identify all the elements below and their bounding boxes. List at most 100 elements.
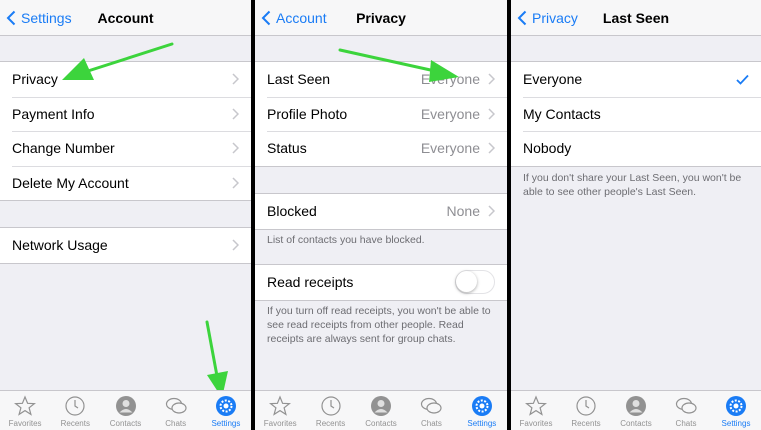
tab-label: Recents (60, 419, 90, 428)
tab-contacts[interactable]: Contacts (611, 391, 661, 430)
chevron-right-icon (488, 108, 495, 120)
tab-chats[interactable]: Chats (151, 391, 201, 430)
navigation-bar: Privacy Last Seen (511, 0, 761, 36)
tab-label: Settings (467, 419, 497, 428)
chevron-right-icon (488, 142, 495, 154)
tab-label: Favorites (519, 419, 553, 428)
chevron-right-icon (488, 73, 495, 85)
toggle-knob (456, 271, 477, 293)
chevron-right-icon (232, 239, 239, 251)
back-button-label: Privacy (532, 10, 578, 26)
tab-label: Chats (420, 419, 442, 428)
chevron-left-icon (261, 10, 271, 26)
payment-info-row[interactable]: Payment Info (0, 96, 251, 132)
tab-recents[interactable]: Recents (305, 391, 355, 430)
tab-label: Settings (721, 419, 751, 428)
read-receipts-toggle[interactable] (455, 270, 495, 295)
green-arrow-icon (205, 320, 228, 398)
tab-label: Favorites (263, 419, 297, 428)
tab-label: Recents (315, 419, 346, 428)
row-label: Change Number (12, 140, 115, 157)
tab-contacts[interactable]: Contacts (356, 391, 406, 430)
tab-chats[interactable]: Chats (661, 391, 711, 430)
option-label: Everyone (523, 71, 583, 88)
back-button[interactable]: Account (261, 0, 327, 36)
back-button[interactable]: Privacy (517, 0, 578, 36)
row-label: Last Seen (267, 71, 331, 88)
chevron-left-icon (6, 10, 16, 26)
option-everyone[interactable]: Everyone (511, 62, 761, 97)
row-label: Payment Info (12, 105, 95, 122)
star-icon (14, 395, 37, 416)
tab-label: Chats (165, 419, 187, 428)
star-icon (269, 395, 292, 416)
clock-icon (321, 396, 341, 416)
back-button-label: Account (276, 10, 327, 26)
tab-label: Contacts (365, 419, 397, 428)
star-icon (525, 395, 547, 416)
navigation-bar: Settings Account (0, 0, 251, 36)
read-receipts-group: Read receipts (255, 264, 507, 301)
chevron-right-icon (232, 142, 239, 154)
tab-bar: Favorites Recents Contacts Chats Setting… (0, 390, 251, 430)
last-seen-screen: Privacy Last Seen Everyone My Contacts N… (511, 0, 761, 430)
row-value: Everyone (420, 105, 480, 122)
privacy-row[interactable]: Privacy (0, 62, 251, 97)
tab-recents[interactable]: Recents (50, 391, 100, 430)
back-button-label: Settings (21, 10, 72, 26)
privacy-visibility-group: Last Seen Everyone Profile Photo Everyon… (255, 61, 507, 167)
option-nobody[interactable]: Nobody (511, 131, 761, 166)
option-label: Nobody (523, 140, 572, 157)
network-usage-row[interactable]: Network Usage (0, 228, 251, 263)
tab-favorites[interactable]: Favorites (0, 391, 50, 430)
gear-icon (215, 396, 236, 416)
row-label: Read receipts (267, 274, 354, 291)
tab-chats[interactable]: Chats (406, 391, 456, 430)
tab-label: Favorites (8, 419, 42, 428)
row-label: Delete My Account (12, 174, 129, 191)
blocked-group: Blocked None (255, 193, 507, 230)
privacy-screen: Account Privacy Last Seen Everyone Profi… (255, 0, 507, 430)
delete-my-account-row[interactable]: Delete My Account (0, 165, 251, 201)
option-label: My Contacts (523, 105, 601, 122)
checkmark-icon (736, 74, 749, 85)
tab-favorites[interactable]: Favorites (255, 391, 305, 430)
row-label: Privacy (12, 71, 58, 88)
navigation-bar: Account Privacy (255, 0, 507, 36)
contact-icon (115, 396, 136, 416)
back-button[interactable]: Settings (6, 0, 72, 36)
status-row[interactable]: Status Everyone (255, 131, 507, 166)
last-seen-row[interactable]: Last Seen Everyone (255, 62, 507, 97)
last-seen-options-group: Everyone My Contacts Nobody (511, 61, 761, 167)
clock-icon (576, 396, 596, 416)
tab-label: Contacts (109, 419, 142, 428)
tab-favorites[interactable]: Favorites (511, 391, 561, 430)
tab-settings[interactable]: Settings (711, 391, 761, 430)
account-settings-group: Privacy Payment Info Change Number Delet… (0, 61, 251, 201)
option-my-contacts[interactable]: My Contacts (511, 96, 761, 132)
contact-icon (626, 396, 646, 416)
blocked-footer: List of contacts you have blocked. (267, 234, 425, 246)
blocked-row[interactable]: Blocked None (255, 194, 507, 229)
gear-icon (726, 396, 746, 416)
profile-photo-row[interactable]: Profile Photo Everyone (255, 96, 507, 132)
chat-bubbles-icon (165, 397, 187, 414)
row-label: Blocked (267, 203, 317, 220)
tab-recents[interactable]: Recents (561, 391, 611, 430)
tab-settings[interactable]: Settings (201, 391, 251, 430)
row-label: Profile Photo (267, 105, 348, 122)
tab-contacts[interactable]: Contacts (100, 391, 150, 430)
change-number-row[interactable]: Change Number (0, 131, 251, 166)
row-value: None (446, 203, 480, 220)
row-label: Network Usage (12, 237, 108, 254)
row-value: Everyone (420, 140, 480, 157)
account-screen: Settings Account Privacy Payment Info Ch… (0, 0, 251, 430)
chevron-right-icon (232, 177, 239, 189)
chevron-right-icon (488, 205, 495, 217)
tab-bar: Favorites Recents Contacts Chats Setting… (255, 390, 507, 430)
gear-icon (471, 396, 492, 416)
tab-settings[interactable]: Settings (457, 391, 507, 430)
row-value: Everyone (420, 71, 480, 88)
tab-label: Chats (675, 419, 697, 428)
chat-bubbles-icon (675, 397, 697, 414)
